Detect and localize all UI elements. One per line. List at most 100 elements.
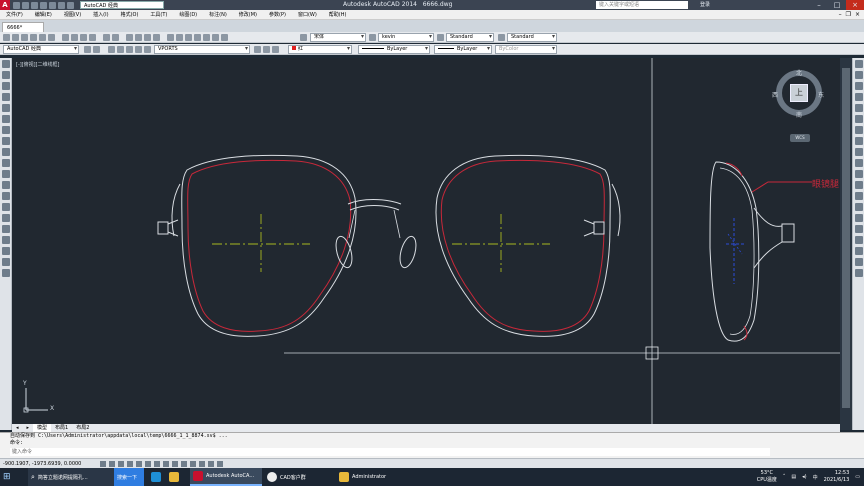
close-icon[interactable]: × <box>846 0 864 10</box>
menu-insert[interactable]: 插入(I) <box>87 10 114 20</box>
taskbar-explorer-window[interactable]: Administrator <box>336 468 406 486</box>
sign-in-button[interactable]: 登录 <box>700 0 710 10</box>
ellipse-arc-icon[interactable] <box>1 170 10 178</box>
workspace-combo[interactable]: AutoCAD 经典 <box>3 45 79 54</box>
rectangle-icon[interactable] <box>1 104 10 112</box>
vertical-scrollbar[interactable] <box>840 58 852 430</box>
dim-radius-icon[interactable] <box>854 258 863 266</box>
customize-icon[interactable] <box>93 46 100 53</box>
text-style-dropdown[interactable]: kevin <box>378 33 434 42</box>
chamfer-icon[interactable] <box>854 203 863 211</box>
menu-parameters[interactable]: 参数(P) <box>263 10 292 20</box>
zoom-realtime-icon[interactable] <box>135 34 142 41</box>
ortho-mode-icon[interactable] <box>127 461 133 467</box>
linetype-dropdown[interactable]: ByLayer <box>358 45 430 54</box>
text-font-dropdown[interactable]: 宋体 <box>310 33 366 42</box>
undo-icon[interactable] <box>103 34 110 41</box>
publish-icon[interactable] <box>48 34 55 41</box>
menu-modify[interactable]: 修改(M) <box>233 10 263 20</box>
viewcube-west[interactable]: 西 <box>772 90 778 99</box>
minimize-icon[interactable]: – <box>810 0 828 10</box>
paste-icon[interactable] <box>80 34 87 41</box>
mtext-icon[interactable] <box>1 258 10 266</box>
workspace-settings-icon[interactable] <box>84 46 91 53</box>
notification-icon[interactable]: ▭ <box>855 474 860 480</box>
start-button[interactable]: ⊞ <box>0 468 28 486</box>
revision-cloud-icon[interactable] <box>1 137 10 145</box>
transparency-icon[interactable] <box>199 461 205 467</box>
preview-icon[interactable] <box>39 34 46 41</box>
workspace-dropdown[interactable]: AutoCAD 经典 <box>80 1 164 9</box>
calculator-icon[interactable] <box>212 34 219 41</box>
autocad-logo-icon[interactable]: A <box>0 0 10 10</box>
taskbar-cad-group[interactable]: CAD客户群 <box>264 468 334 486</box>
layer-properties-icon[interactable] <box>108 46 115 53</box>
plotstyle-dropdown[interactable]: ByColor <box>495 45 557 54</box>
layer-previous-icon[interactable] <box>263 46 270 53</box>
match-properties-icon[interactable] <box>89 34 96 41</box>
wcs-menu[interactable]: WCS <box>790 134 810 142</box>
menu-tools[interactable]: 工具(T) <box>144 10 173 20</box>
3d-object-snap-icon[interactable] <box>154 461 160 467</box>
edge-browser-icon[interactable] <box>148 468 164 486</box>
zoom-previous-icon[interactable] <box>153 34 160 41</box>
properties-icon[interactable] <box>167 34 174 41</box>
make-current-layer-icon[interactable] <box>254 46 261 53</box>
layer-walk-icon[interactable] <box>272 46 279 53</box>
construction-line-icon[interactable] <box>1 71 10 79</box>
point-icon[interactable] <box>1 203 10 211</box>
join-icon[interactable] <box>854 192 863 200</box>
save-icon[interactable] <box>21 34 28 41</box>
file-tab[interactable]: 6666* <box>2 22 44 32</box>
model-space-canvas[interactable]: [-][俯视][二维线框] 眼镜腿 Y X 上 北 南 东 西 WCS <box>12 58 840 424</box>
open-icon[interactable] <box>12 34 19 41</box>
infer-constraints-icon[interactable] <box>100 461 106 467</box>
sun-icon[interactable] <box>135 46 142 53</box>
explode-icon[interactable] <box>854 225 863 233</box>
tab-model[interactable]: 模型 <box>33 424 52 432</box>
tray-chevron-icon[interactable]: ˄ <box>783 474 786 480</box>
menu-dimension[interactable]: 标注(N) <box>203 10 233 20</box>
menu-help[interactable]: 帮助(H) <box>323 10 353 20</box>
text-style-icon[interactable] <box>300 34 307 41</box>
menu-window[interactable]: 窗口(W) <box>292 10 323 20</box>
ime-icon[interactable]: 中 <box>813 474 818 481</box>
mirror-icon[interactable] <box>854 82 863 90</box>
object-snap-icon[interactable] <box>145 461 151 467</box>
stretch-icon[interactable] <box>854 148 863 156</box>
ellipse-icon[interactable] <box>1 159 10 167</box>
color-dropdown[interactable]: 红 <box>288 45 352 54</box>
tab-nav-first[interactable]: ◂ <box>12 424 23 432</box>
menu-file[interactable]: 文件(F) <box>0 10 29 20</box>
lineweight-dropdown[interactable]: ByLayer <box>434 45 492 54</box>
maximize-icon[interactable]: □ <box>828 0 846 10</box>
object-snap-tracking-icon[interactable] <box>163 461 169 467</box>
save-icon[interactable] <box>31 1 38 9</box>
sheet-set-icon[interactable] <box>194 34 201 41</box>
snap-mode-icon[interactable] <box>109 461 115 467</box>
lock-icon[interactable] <box>144 46 151 53</box>
move-icon[interactable] <box>854 115 863 123</box>
tab-layout2[interactable]: 布局2 <box>72 424 93 432</box>
cpu-temp-widget[interactable]: 53°C CPU温度 <box>757 470 777 484</box>
tab-layout1[interactable]: 布局1 <box>51 424 72 432</box>
viewcube[interactable]: 上 北 南 东 西 <box>772 70 824 119</box>
viewcube-south[interactable]: 南 <box>796 110 802 119</box>
region-icon[interactable] <box>1 236 10 244</box>
selection-cycling-icon[interactable] <box>217 461 223 467</box>
dim-style-dropdown[interactable]: Standard <box>446 33 494 42</box>
menu-draw[interactable]: 绘图(D) <box>173 10 203 20</box>
menu-format[interactable]: 格式(O) <box>115 10 145 20</box>
offset-icon[interactable] <box>854 93 863 101</box>
line-icon[interactable] <box>1 60 10 68</box>
layer-dropdown[interactable]: VPORTS <box>154 45 250 54</box>
new-icon[interactable] <box>3 34 10 41</box>
design-center-icon[interactable] <box>176 34 183 41</box>
trim-icon[interactable] <box>854 159 863 167</box>
polar-tracking-icon[interactable] <box>136 461 142 467</box>
quick-properties-icon[interactable] <box>208 461 214 467</box>
break-icon[interactable] <box>854 181 863 189</box>
pan-icon[interactable] <box>126 34 133 41</box>
volume-icon[interactable]: ◂) <box>802 474 806 480</box>
dim-linear-icon[interactable] <box>854 236 863 244</box>
